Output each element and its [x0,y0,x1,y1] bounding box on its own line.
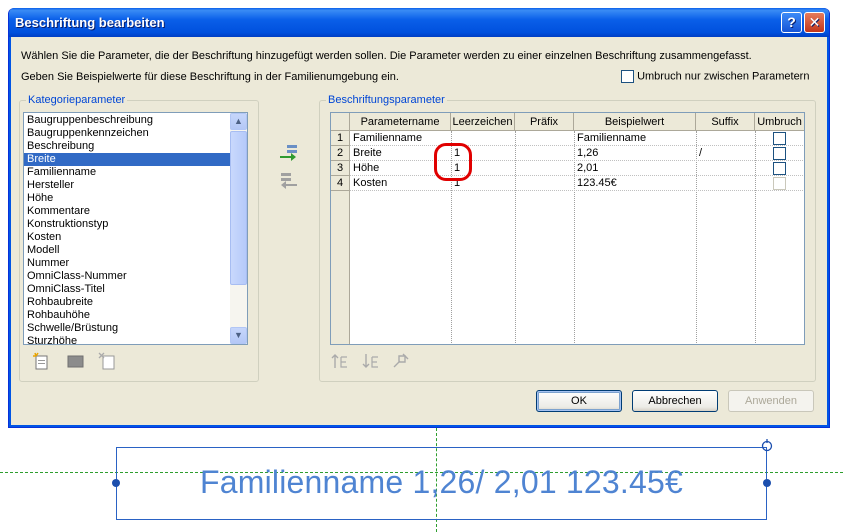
column-header-umbruch[interactable]: Umbruch [755,113,804,131]
suffix-cell[interactable] [696,176,755,191]
wrap-checkbox[interactable] [773,132,786,145]
category-list-item[interactable]: Schwelle/Brüstung [24,322,231,335]
description-line-2: Geben Sie Beispielwerte für diese Beschr… [21,71,399,83]
wrap-between-parameters-label: Umbruch nur zwischen Parametern [637,70,810,83]
column-header-praefix[interactable]: Präfix [515,113,574,131]
help-button[interactable]: ? [781,12,802,33]
wrap-checkbox[interactable] [773,162,786,175]
suffix-cell[interactable] [696,161,755,176]
scroll-down-arrow-icon[interactable]: ▼ [230,327,247,344]
row-number[interactable]: 4 [331,176,350,191]
wrap-checkbox[interactable] [773,147,786,160]
category-list-item[interactable]: Rohbaubreite [24,296,231,309]
wrap-between-parameters-checkbox[interactable] [621,70,634,83]
new-parameter-icon[interactable] [32,352,52,370]
row-number[interactable]: 1 [331,131,350,146]
category-list-item[interactable]: Baugruppenkennzeichen [24,127,231,140]
sample-value-cell[interactable]: 2,01 [574,161,696,176]
prefix-cell[interactable] [515,176,574,191]
category-list-item[interactable]: OmniClass-Titel [24,283,231,296]
delete-parameter-icon[interactable] [98,352,118,370]
description-line-1: Wählen Sie die Parameter, die der Beschr… [21,50,752,62]
category-list-item[interactable]: Rohbauhöhe [24,309,231,322]
column-header-leerzeichen[interactable]: Leerzeichen [451,113,515,131]
suffix-cell[interactable] [696,131,755,146]
parameter-name-cell[interactable]: Familienname [350,131,451,146]
label-preview-frame[interactable]: Familienname 1,26/ 2,01 123.45€ [116,447,767,520]
category-list-item[interactable]: Breite [24,153,231,166]
column-header-suffix[interactable]: Suffix [696,113,755,131]
category-list-item[interactable]: Höhe [24,192,231,205]
row-number[interactable]: 2 [331,146,350,161]
dialog-titlebar[interactable]: Beschriftung bearbeiten ? ✕ [9,8,829,37]
label-parameter-table[interactable]: Parametername Leerzeichen Präfix Beispielwe… [330,112,805,345]
prefix-cell[interactable] [515,161,574,176]
edit-parameter-icon[interactable] [66,352,86,370]
move-up-icon[interactable] [330,352,350,370]
category-list-item[interactable]: OmniClass-Nummer [24,270,231,283]
dialog-title: Beschriftung bearbeiten [15,15,165,30]
label-preview-text: Familienname 1,26/ 2,01 123.45€ [200,464,683,500]
add-to-label-icon[interactable] [279,143,299,161]
cancel-button[interactable]: Abbrechen [632,390,718,412]
category-list-item[interactable]: Beschreibung [24,140,231,153]
sample-value-cell[interactable]: Familienname [574,131,696,146]
prefix-cell[interactable] [515,131,574,146]
wrap-between-parameters-option[interactable]: Umbruch nur zwischen Parametern [621,70,809,83]
rotate-handle-icon[interactable] [760,439,774,453]
remove-from-label-icon[interactable] [279,171,299,189]
category-list-item[interactable]: Baugruppenbeschreibung [24,114,231,127]
column-header-parametername[interactable]: Parametername [350,113,451,131]
category-parameter-list[interactable]: Baugruppenbeschreibung Baugruppenkennzeic… [23,112,248,345]
category-list-item[interactable]: Sturzhöhe [24,335,231,344]
category-list-item[interactable]: Konstruktionstyp [24,218,231,231]
column-divider [755,131,756,344]
scroll-up-arrow-icon[interactable]: ▲ [230,113,247,130]
row-number[interactable]: 3 [331,161,350,176]
category-list-item[interactable]: Modell [24,244,231,257]
apply-button[interactable]: Anwenden [728,390,814,412]
category-list-item[interactable]: Nummer [24,257,231,270]
grid-corner [331,113,350,131]
right-grip-handle[interactable] [763,479,771,487]
scroll-thumb[interactable] [230,131,247,285]
row-divider [350,190,804,191]
category-list-scrollbar[interactable]: ▲ ▼ [230,113,247,344]
highlight-circle [434,143,472,181]
category-parameters-label: Kategorieparameter [26,94,128,106]
sample-value-cell[interactable]: 123.45€ [574,176,696,191]
category-list-item[interactable]: Familienname [24,166,231,179]
category-list-item[interactable]: Kommentare [24,205,231,218]
left-grip-handle[interactable] [112,479,120,487]
format-parameter-icon[interactable] [391,352,411,370]
label-parameters-label: Beschriftungsparameter [326,94,447,106]
move-down-icon[interactable] [361,352,381,370]
category-list-item[interactable]: Hersteller [24,179,231,192]
close-button[interactable]: ✕ [804,12,825,33]
parameter-name-cell[interactable]: Kosten [350,176,451,191]
prefix-cell[interactable] [515,146,574,161]
category-list-item[interactable]: Kosten [24,231,231,244]
suffix-cell[interactable]: / [696,146,755,161]
sample-value-cell[interactable]: 1,26 [574,146,696,161]
wrap-checkbox[interactable] [773,177,786,190]
column-header-beispielwert[interactable]: Beispielwert [574,113,696,131]
ok-button[interactable]: OK [536,390,622,412]
